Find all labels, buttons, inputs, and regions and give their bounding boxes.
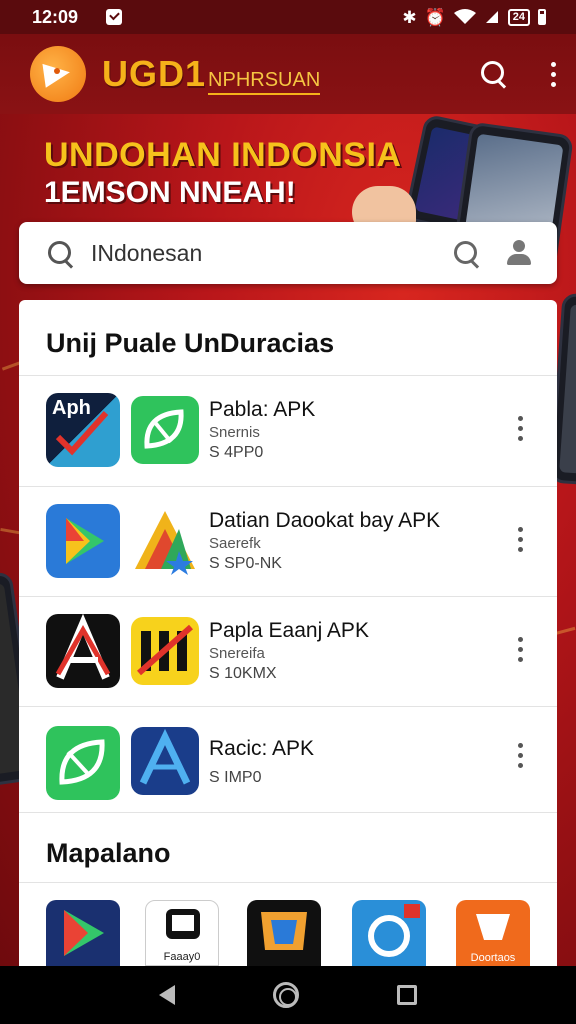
- app-developer: Snernis: [209, 424, 260, 441]
- back-icon[interactable]: [159, 985, 175, 1005]
- app-list-item[interactable]: Datian Daookat bay APK Saerefk S SP0-NK: [19, 487, 557, 597]
- green-leaf-icon: [46, 726, 120, 800]
- grid-app-icon[interactable]: Doortaos: [456, 900, 530, 966]
- green-leaf-icon: [131, 396, 199, 464]
- app-list-item[interactable]: Papla Eaanj APK Snereifa S 10KMX: [19, 597, 557, 707]
- wifi-icon: [453, 9, 476, 24]
- grid-app-icon[interactable]: [352, 900, 426, 966]
- divider: [19, 882, 557, 883]
- more-options-icon[interactable]: [517, 527, 523, 552]
- app-name: Racic: APK: [209, 737, 315, 760]
- search-icon: [47, 240, 73, 266]
- more-options-icon[interactable]: [517, 416, 523, 441]
- grid-app-icon[interactable]: Faaay0: [145, 900, 219, 966]
- grid-caption: Faaay0: [163, 951, 201, 963]
- search-bar[interactable]: INdonesan: [19, 222, 557, 284]
- app-bar: UGD1 NPHRSUAN: [0, 34, 576, 114]
- triangle-star-icon: [131, 507, 199, 575]
- app-size: S SP0-NK: [209, 555, 282, 572]
- app-developer: Snereifa: [209, 645, 265, 662]
- more-options-icon[interactable]: [517, 743, 523, 768]
- alarm-icon: ⏰: [424, 7, 446, 27]
- recents-icon[interactable]: [397, 985, 417, 1005]
- search-submit-icon[interactable]: [453, 240, 479, 266]
- notification-check-icon: [106, 9, 123, 25]
- app-size: S 10KMX: [209, 665, 277, 682]
- section-title: Mapalano: [46, 838, 171, 868]
- hero-title: UNDOHAN INDONSIA: [44, 136, 402, 174]
- grid-app-icon[interactable]: [247, 900, 321, 966]
- search-icon[interactable]: [480, 60, 508, 88]
- app-name: Datian Daookat bay APK: [209, 509, 441, 532]
- battery-icon: [538, 9, 546, 25]
- home-icon[interactable]: [273, 982, 299, 1008]
- more-options-icon[interactable]: [550, 61, 556, 87]
- grid-app-icon[interactable]: [46, 900, 120, 966]
- status-bar: 12:09 ✱ ⏰ 24: [0, 0, 576, 34]
- signal-icon: [485, 11, 498, 23]
- brand-sub: NPHRSUAN: [208, 69, 321, 95]
- aph-icon: Aph: [46, 393, 120, 467]
- section-title: Unij Puale UnDuracias: [46, 328, 335, 358]
- app-list-item[interactable]: Aph Pabla: APK Snernis S 4PP0: [19, 376, 557, 486]
- app-developer: Saerefk: [209, 535, 261, 552]
- status-time: 12:09: [32, 6, 79, 27]
- yellow-stripe-icon: [131, 617, 199, 685]
- more-options-icon[interactable]: [517, 637, 523, 662]
- hero-subtitle: 1EMSON NNEAH!: [44, 176, 296, 209]
- account-icon[interactable]: [505, 240, 535, 266]
- bluetooth-icon: ✱: [402, 7, 417, 27]
- app-size: S 4PP0: [209, 444, 264, 461]
- app-list-item[interactable]: Racic: APK S IMP0: [19, 707, 557, 817]
- grid-caption: Doortaos: [470, 952, 516, 964]
- content-card: Unij Puale UnDuracias Aph Pabla: APK Sne…: [19, 300, 557, 970]
- app-logo[interactable]: [30, 46, 86, 102]
- brand-title: UGD1 NPHRSUAN: [102, 53, 321, 95]
- battery-percent-label: 24: [507, 8, 530, 26]
- app-name: Pabla: APK: [209, 398, 316, 421]
- play-store-icon: [46, 504, 120, 578]
- search-input[interactable]: INdonesan: [91, 240, 202, 267]
- app-size: S IMP0: [209, 769, 262, 786]
- divider: [19, 812, 557, 813]
- red-a-icon: [46, 614, 120, 688]
- brand-main: UGD1: [102, 53, 207, 94]
- blue-a-icon: [131, 727, 199, 795]
- app-name: Papla Eaanj APK: [209, 619, 369, 642]
- navigation-bar: [0, 966, 576, 1024]
